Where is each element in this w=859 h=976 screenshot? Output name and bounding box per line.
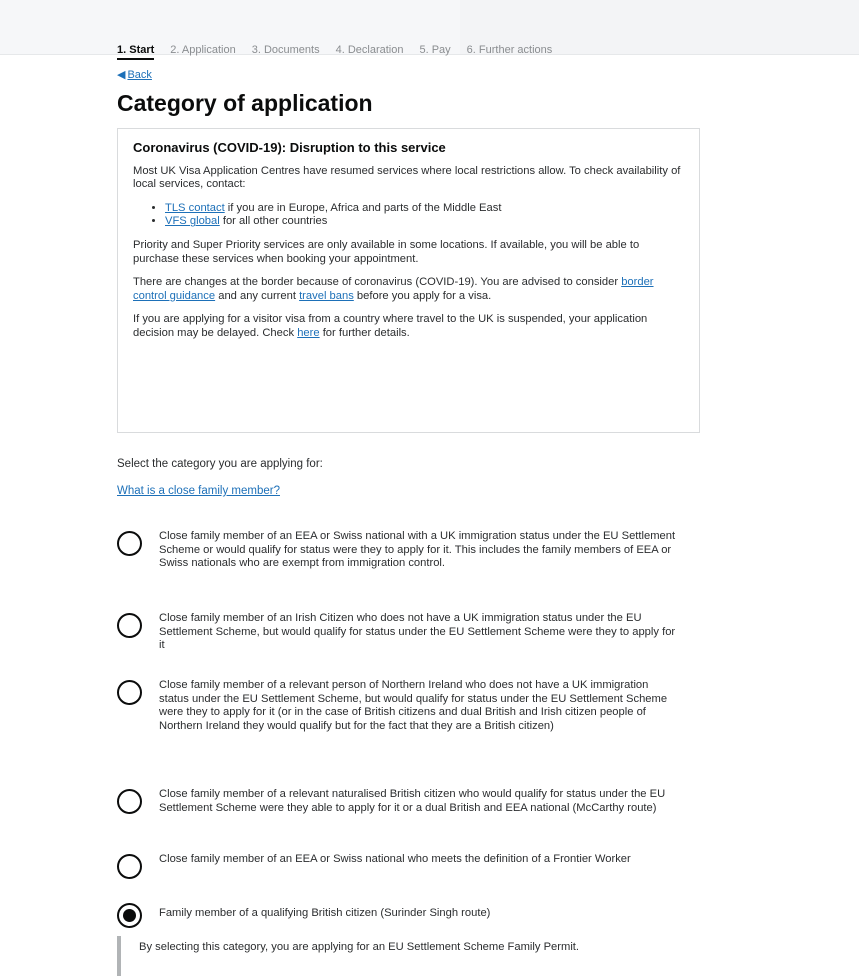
vfs-global-link[interactable]: VFS global	[165, 215, 220, 227]
radio-button[interactable]	[117, 854, 142, 879]
category-option-mccarthy[interactable]: Close family member of a relevant natura…	[117, 788, 707, 815]
tls-contact-link[interactable]: TLS contact	[165, 202, 225, 214]
back-link[interactable]: ◀ Back	[117, 68, 152, 81]
category-option-frontier-worker[interactable]: Close family member of an EEA or Swiss n…	[117, 853, 707, 879]
tls-contact-text: if you are in Europe, Africa and parts o…	[224, 201, 502, 214]
category-option-label: Close family member of an Irish Citizen …	[159, 612, 676, 652]
radio-button[interactable]	[117, 613, 142, 638]
border-text-part2: and any current	[215, 289, 300, 302]
border-text-part3: before you apply for a visa.	[353, 289, 492, 302]
category-option-northern-ireland[interactable]: Close family member of a relevant person…	[117, 679, 707, 733]
category-option-label: Close family member of a relevant person…	[159, 679, 668, 732]
step-application: 2. Application	[170, 44, 236, 56]
category-option-label: Family member of a qualifying British ci…	[159, 907, 491, 919]
travel-bans-link[interactable]: travel bans	[299, 290, 354, 302]
progress-steps: 1. Start 2. Application 3. Documents 4. …	[117, 44, 552, 60]
conditional-reveal-text: By selecting this category, you are appl…	[117, 936, 697, 976]
category-option-label: Close family member of an EEA or Swiss n…	[159, 530, 676, 570]
radio-button[interactable]	[117, 789, 142, 814]
chevron-left-icon: ◀	[117, 69, 126, 81]
covid-intro-text: Most UK Visa Application Centres have re…	[133, 164, 681, 191]
step-pay: 5. Pay	[419, 44, 451, 56]
category-option-label: Close family member of an EEA or Swiss n…	[159, 853, 631, 865]
step-declaration: 4. Declaration	[335, 44, 404, 56]
vfs-global-text: for all other countries	[219, 215, 328, 228]
radio-button-selected[interactable]	[117, 903, 142, 928]
radio-button[interactable]	[117, 531, 142, 556]
category-option-irish-citizen[interactable]: Close family member of an Irish Citizen …	[117, 612, 707, 653]
border-changes-text: There are changes at the border because …	[133, 276, 685, 303]
category-prompt: Select the category you are applying for…	[117, 458, 323, 470]
contact-item-vfs: VFS global for all other countries	[165, 215, 685, 229]
step-documents: 3. Documents	[251, 44, 320, 56]
visitor-delay-text: If you are applying for a visitor visa f…	[133, 313, 685, 340]
page-title: Category of application	[117, 90, 373, 116]
step-further-actions: 6. Further actions	[466, 44, 553, 56]
delay-text-part2: for further details.	[319, 326, 410, 339]
category-option-label: Close family member of a relevant natura…	[159, 788, 666, 814]
contact-list: TLS contact if you are in Europe, Africa…	[133, 202, 685, 229]
border-text-part1: There are changes at the border because …	[133, 276, 622, 289]
category-option-eea-swiss[interactable]: Close family member of an EEA or Swiss n…	[117, 530, 707, 571]
back-link-label: Back	[127, 69, 152, 81]
here-link[interactable]: here	[297, 327, 319, 339]
category-option-surinder-singh[interactable]: Family member of a qualifying British ci…	[117, 902, 707, 928]
close-family-member-help-link[interactable]: What is a close family member?	[117, 485, 280, 497]
radio-button[interactable]	[117, 680, 142, 705]
covid-notice-panel: Coronavirus (COVID-19): Disruption to th…	[117, 128, 700, 433]
covid-notice-heading: Coronavirus (COVID-19): Disruption to th…	[133, 140, 446, 155]
contact-item-tls: TLS contact if you are in Europe, Africa…	[165, 202, 685, 216]
step-start[interactable]: 1. Start	[117, 44, 155, 60]
priority-service-text: Priority and Super Priority services are…	[133, 238, 640, 265]
